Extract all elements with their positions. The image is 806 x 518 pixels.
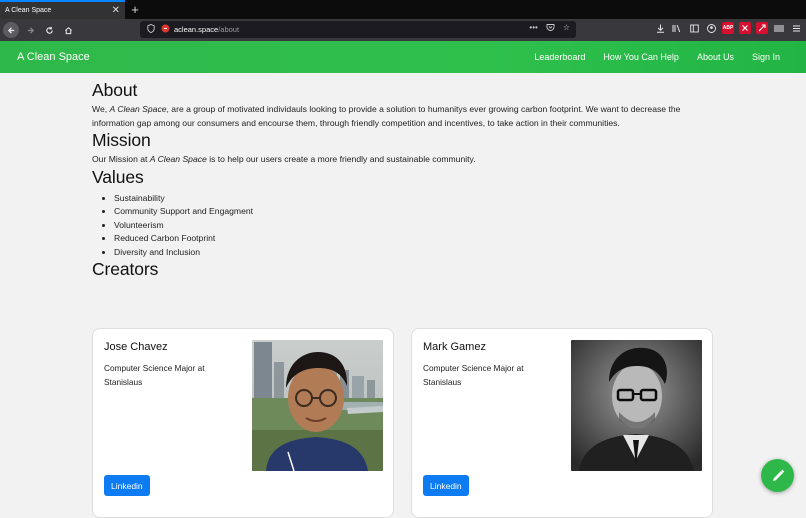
home-icon[interactable] bbox=[60, 22, 76, 38]
more-icon[interactable]: ••• bbox=[529, 23, 537, 34]
creator-card: Jose Chavez Computer Science Major at St… bbox=[92, 328, 394, 518]
lock-icon[interactable] bbox=[160, 24, 170, 35]
forward-icon[interactable] bbox=[22, 22, 38, 38]
site-nav: Leaderboard How You Can Help About Us Si… bbox=[534, 52, 780, 62]
values-heading: Values bbox=[92, 166, 144, 187]
linkedin-button[interactable]: Linkedin bbox=[104, 475, 150, 496]
about-heading: About bbox=[92, 80, 138, 100]
account-icon[interactable] bbox=[705, 22, 717, 34]
main-content: About We, A Clean Space, are a group of … bbox=[92, 80, 717, 280]
mission-text: Our Mission at A Clean Space is to help … bbox=[92, 154, 476, 164]
extension-icon-2[interactable] bbox=[756, 22, 768, 34]
back-icon[interactable] bbox=[3, 22, 19, 38]
extension-icon-3[interactable] bbox=[773, 22, 785, 34]
about-text: We, A Clean Space, are a group of motiva… bbox=[92, 104, 681, 128]
creator-card: Mark Gamez Computer Science Major at Sta… bbox=[411, 328, 713, 518]
adblock-icon[interactable]: ABP bbox=[722, 22, 734, 34]
download-icon[interactable] bbox=[654, 22, 666, 34]
list-item: Community Support and Engagment bbox=[114, 205, 717, 219]
library-icon[interactable] bbox=[671, 22, 683, 34]
pencil-icon bbox=[772, 469, 784, 481]
bookmark-star-icon[interactable]: ☆ bbox=[563, 23, 570, 34]
browser-tab[interactable]: A Clean Space ✕ bbox=[0, 0, 125, 19]
nav-sign-in[interactable]: Sign In bbox=[752, 52, 780, 62]
site-header: A Clean Space Leaderboard How You Can He… bbox=[0, 41, 806, 73]
creator-name: Jose Chavez bbox=[104, 341, 168, 353]
creator-name: Mark Gamez bbox=[423, 341, 486, 353]
creator-description: Computer Science Major at Stanislaus bbox=[104, 363, 205, 387]
list-item: Reduced Carbon Footprint bbox=[114, 232, 717, 246]
list-item: Diversity and Inclusion bbox=[114, 246, 717, 260]
pocket-icon[interactable] bbox=[546, 23, 555, 34]
linkedin-button[interactable]: Linkedin bbox=[423, 475, 469, 496]
close-tab-icon[interactable]: ✕ bbox=[112, 5, 120, 16]
creator-description: Computer Science Major at Stanislaus bbox=[423, 363, 524, 387]
values-list: Sustainability Community Support and Eng… bbox=[92, 192, 717, 260]
sidebar-icon[interactable] bbox=[688, 22, 700, 34]
new-tab-button[interactable]: + bbox=[125, 0, 145, 19]
creator-photo bbox=[571, 340, 702, 471]
list-item: Volunteerism bbox=[114, 219, 717, 233]
creators-heading: Creators bbox=[92, 259, 159, 279]
nav-leaderboard[interactable]: Leaderboard bbox=[534, 52, 585, 62]
url-path: /about bbox=[218, 25, 240, 34]
reload-icon[interactable] bbox=[41, 22, 57, 38]
extension-icon[interactable] bbox=[739, 22, 751, 34]
nav-about-us[interactable]: About Us bbox=[697, 52, 734, 62]
tab-title: A Clean Space bbox=[5, 7, 52, 14]
shield-icon[interactable] bbox=[146, 24, 156, 35]
browser-toolbar: aclean.space/about ••• ☆ ABP bbox=[0, 19, 806, 41]
menu-icon[interactable] bbox=[790, 22, 802, 34]
edit-fab-button[interactable] bbox=[761, 459, 794, 492]
browser-tab-bar: A Clean Space ✕ + bbox=[0, 0, 806, 19]
brand-logo-link[interactable]: A Clean Space bbox=[17, 51, 90, 63]
mission-heading: Mission bbox=[92, 130, 151, 150]
url-bar[interactable]: aclean.space/about ••• ☆ bbox=[140, 21, 576, 38]
list-item: Sustainability bbox=[114, 192, 717, 206]
url-host: aclean.space bbox=[174, 25, 219, 34]
nav-how-you-can-help[interactable]: How You Can Help bbox=[603, 52, 679, 62]
creator-photo bbox=[252, 340, 383, 471]
